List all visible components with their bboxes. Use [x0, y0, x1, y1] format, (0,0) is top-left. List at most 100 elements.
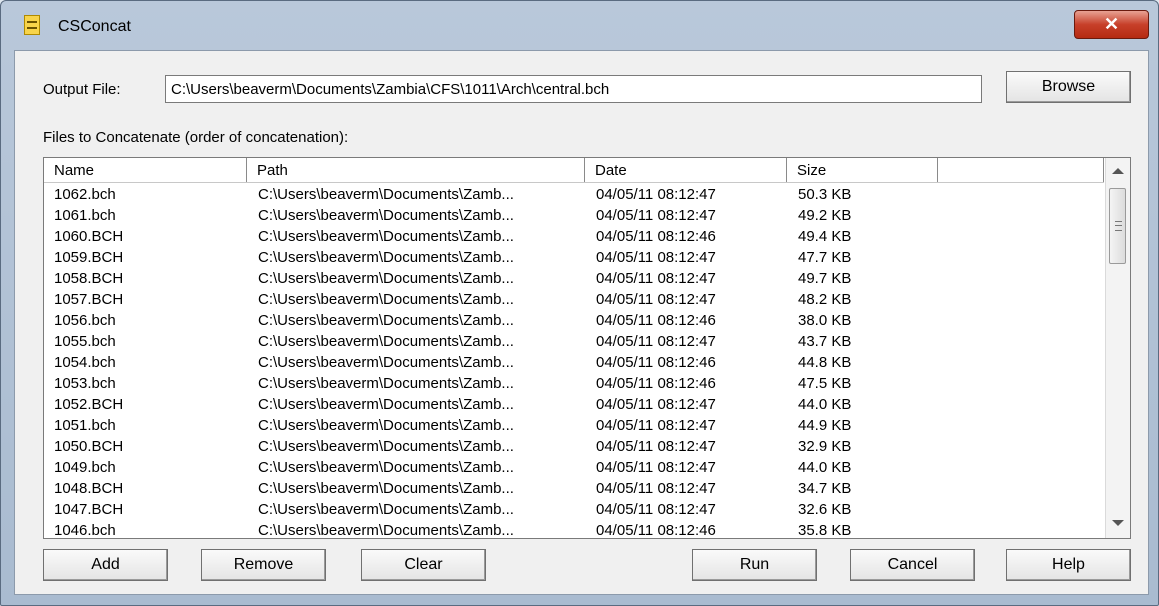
- column-header-date[interactable]: Date: [585, 158, 787, 182]
- cell-path: C:\Users\beaverm\Documents\Zamb...: [258, 480, 514, 497]
- cell-date: 04/05/11 08:12:47: [596, 480, 716, 497]
- run-button[interactable]: Run: [692, 549, 817, 581]
- cell-name: 1059.BCH: [54, 249, 124, 266]
- cell-date: 04/05/11 08:12:47: [596, 270, 716, 287]
- cell-size: 35.8 KB: [798, 522, 852, 539]
- cell-date: 04/05/11 08:12:47: [596, 438, 716, 455]
- browse-button[interactable]: Browse: [1006, 71, 1131, 103]
- close-button[interactable]: ✕: [1074, 10, 1149, 39]
- cell-date: 04/05/11 08:12:46: [596, 228, 716, 245]
- cell-name: 1046.bch: [54, 522, 116, 539]
- cell-size: 44.8 KB: [798, 354, 852, 371]
- cell-date: 04/05/11 08:12:46: [596, 312, 716, 329]
- cell-name: 1057.BCH: [54, 291, 124, 308]
- table-row[interactable]: 1049.bch C:\Users\beaverm\Documents\Zamb.…: [44, 457, 1104, 478]
- cell-size: 49.7 KB: [798, 270, 852, 287]
- table-row[interactable]: 1052.BCH C:\Users\beaverm\Documents\Zamb.…: [44, 394, 1104, 415]
- window-title: CSConcat: [58, 18, 131, 35]
- table-row[interactable]: 1062.bch C:\Users\beaverm\Documents\Zamb.…: [44, 184, 1104, 205]
- cell-name: 1056.bch: [54, 312, 116, 329]
- cell-size: 47.5 KB: [798, 375, 852, 392]
- table-row[interactable]: 1060.BCH C:\Users\beaverm\Documents\Zamb.…: [44, 226, 1104, 247]
- cell-size: 34.7 KB: [798, 480, 852, 497]
- cell-path: C:\Users\beaverm\Documents\Zamb...: [258, 501, 514, 518]
- table-row[interactable]: 1058.BCH C:\Users\beaverm\Documents\Zamb.…: [44, 268, 1104, 289]
- cell-path: C:\Users\beaverm\Documents\Zamb...: [258, 375, 514, 392]
- vertical-scrollbar[interactable]: [1105, 158, 1130, 538]
- scroll-up-icon[interactable]: [1112, 168, 1124, 174]
- cell-date: 04/05/11 08:12:47: [596, 186, 716, 203]
- title-bar[interactable]: CSConcat ✕: [1, 1, 1158, 41]
- table-row[interactable]: 1061.bch C:\Users\beaverm\Documents\Zamb.…: [44, 205, 1104, 226]
- column-header-path[interactable]: Path: [247, 158, 585, 182]
- files-list[interactable]: Name Path Date Size 1062.bch C:\Users\bea…: [43, 157, 1131, 539]
- cell-date: 04/05/11 08:12:47: [596, 249, 716, 266]
- cell-date: 04/05/11 08:12:47: [596, 501, 716, 518]
- cell-name: 1049.bch: [54, 459, 116, 476]
- table-row[interactable]: 1057.BCH C:\Users\beaverm\Documents\Zamb.…: [44, 289, 1104, 310]
- list-header: Name Path Date Size: [44, 158, 1104, 183]
- cell-name: 1062.bch: [54, 186, 116, 203]
- table-row[interactable]: 1048.BCH C:\Users\beaverm\Documents\Zamb.…: [44, 478, 1104, 499]
- table-row[interactable]: 1054.bch C:\Users\beaverm\Documents\Zamb.…: [44, 352, 1104, 373]
- files-label: Files to Concatenate (order of concatena…: [43, 129, 349, 146]
- scroll-thumb[interactable]: [1109, 188, 1126, 264]
- cell-path: C:\Users\beaverm\Documents\Zamb...: [258, 333, 514, 350]
- cell-name: 1053.bch: [54, 375, 116, 392]
- app-icon: [24, 15, 40, 35]
- remove-button[interactable]: Remove: [201, 549, 326, 581]
- column-header-filler: [938, 158, 1104, 182]
- cell-name: 1055.bch: [54, 333, 116, 350]
- cell-size: 44.0 KB: [798, 459, 852, 476]
- csconcat-window: CSConcat ✕ Output File: Browse Files to …: [0, 0, 1159, 606]
- column-header-size[interactable]: Size: [787, 158, 938, 182]
- cell-path: C:\Users\beaverm\Documents\Zamb...: [258, 438, 514, 455]
- output-file-input[interactable]: [165, 75, 982, 103]
- output-file-label: Output File:: [43, 81, 121, 98]
- table-row[interactable]: 1056.bch C:\Users\beaverm\Documents\Zamb.…: [44, 310, 1104, 331]
- cell-date: 04/05/11 08:12:46: [596, 354, 716, 371]
- cell-date: 04/05/11 08:12:47: [596, 207, 716, 224]
- cell-size: 49.2 KB: [798, 207, 852, 224]
- grip-icon: [1115, 221, 1122, 231]
- cell-name: 1054.bch: [54, 354, 116, 371]
- cell-name: 1047.BCH: [54, 501, 124, 518]
- table-row[interactable]: 1053.bch C:\Users\beaverm\Documents\Zamb.…: [44, 373, 1104, 394]
- cell-path: C:\Users\beaverm\Documents\Zamb...: [258, 291, 514, 308]
- clear-button[interactable]: Clear: [361, 549, 486, 581]
- cell-name: 1051.bch: [54, 417, 116, 434]
- cell-path: C:\Users\beaverm\Documents\Zamb...: [258, 417, 514, 434]
- cell-date: 04/05/11 08:12:47: [596, 396, 716, 413]
- cell-size: 50.3 KB: [798, 186, 852, 203]
- cell-path: C:\Users\beaverm\Documents\Zamb...: [258, 459, 514, 476]
- cell-size: 44.0 KB: [798, 396, 852, 413]
- table-row[interactable]: 1047.BCH C:\Users\beaverm\Documents\Zamb.…: [44, 499, 1104, 520]
- table-row[interactable]: 1050.BCH C:\Users\beaverm\Documents\Zamb.…: [44, 436, 1104, 457]
- column-header-name[interactable]: Name: [44, 158, 247, 182]
- cell-name: 1050.BCH: [54, 438, 124, 455]
- scroll-down-icon[interactable]: [1112, 520, 1124, 526]
- cancel-button[interactable]: Cancel: [850, 549, 975, 581]
- table-row[interactable]: 1059.BCH C:\Users\beaverm\Documents\Zamb.…: [44, 247, 1104, 268]
- cell-path: C:\Users\beaverm\Documents\Zamb...: [258, 354, 514, 371]
- cell-name: 1058.BCH: [54, 270, 124, 287]
- cell-path: C:\Users\beaverm\Documents\Zamb...: [258, 249, 514, 266]
- table-row[interactable]: 1046.bch C:\Users\beaverm\Documents\Zamb.…: [44, 520, 1104, 539]
- cell-path: C:\Users\beaverm\Documents\Zamb...: [258, 396, 514, 413]
- table-row[interactable]: 1055.bch C:\Users\beaverm\Documents\Zamb.…: [44, 331, 1104, 352]
- cell-size: 44.9 KB: [798, 417, 852, 434]
- cell-date: 04/05/11 08:12:47: [596, 291, 716, 308]
- help-button[interactable]: Help: [1006, 549, 1131, 581]
- cell-size: 38.0 KB: [798, 312, 852, 329]
- cell-path: C:\Users\beaverm\Documents\Zamb...: [258, 207, 514, 224]
- cell-date: 04/05/11 08:12:47: [596, 417, 716, 434]
- cell-path: C:\Users\beaverm\Documents\Zamb...: [258, 312, 514, 329]
- add-button[interactable]: Add: [43, 549, 168, 581]
- table-row[interactable]: 1051.bch C:\Users\beaverm\Documents\Zamb.…: [44, 415, 1104, 436]
- cell-size: 32.9 KB: [798, 438, 852, 455]
- cell-size: 32.6 KB: [798, 501, 852, 518]
- dialog-client: Output File: Browse Files to Concatenate…: [14, 50, 1149, 595]
- cell-date: 04/05/11 08:12:46: [596, 522, 716, 539]
- cell-size: 49.4 KB: [798, 228, 852, 245]
- cell-path: C:\Users\beaverm\Documents\Zamb...: [258, 270, 514, 287]
